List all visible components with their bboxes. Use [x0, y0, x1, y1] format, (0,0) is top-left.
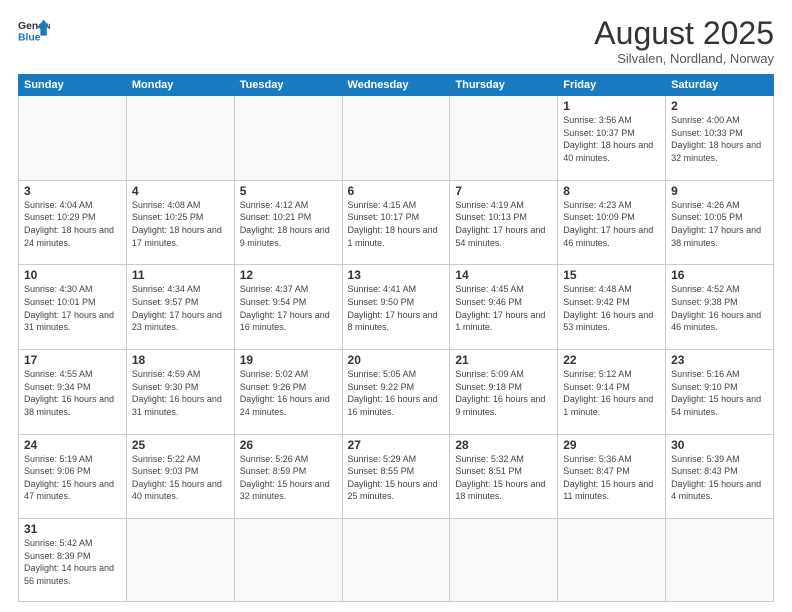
table-row: 23Sunrise: 5:16 AM Sunset: 9:10 PM Dayli…	[666, 350, 774, 435]
col-sunday: Sunday	[19, 75, 127, 96]
table-row: 29Sunrise: 5:36 AM Sunset: 8:47 PM Dayli…	[558, 434, 666, 519]
table-row: 24Sunrise: 5:19 AM Sunset: 9:06 PM Dayli…	[19, 434, 127, 519]
table-row: 27Sunrise: 5:29 AM Sunset: 8:55 PM Dayli…	[342, 434, 450, 519]
table-row: 14Sunrise: 4:45 AM Sunset: 9:46 PM Dayli…	[450, 265, 558, 350]
table-row: 10Sunrise: 4:30 AM Sunset: 10:01 PM Dayl…	[19, 265, 127, 350]
table-row	[126, 519, 234, 602]
table-row: 16Sunrise: 4:52 AM Sunset: 9:38 PM Dayli…	[666, 265, 774, 350]
col-saturday: Saturday	[666, 75, 774, 96]
table-row: 4Sunrise: 4:08 AM Sunset: 10:25 PM Dayli…	[126, 180, 234, 265]
table-row: 9Sunrise: 4:26 AM Sunset: 10:05 PM Dayli…	[666, 180, 774, 265]
table-row: 6Sunrise: 4:15 AM Sunset: 10:17 PM Dayli…	[342, 180, 450, 265]
generalblue-logo-icon: General Blue	[18, 16, 50, 44]
table-row: 17Sunrise: 4:55 AM Sunset: 9:34 PM Dayli…	[19, 350, 127, 435]
table-row: 2Sunrise: 4:00 AM Sunset: 10:33 PM Dayli…	[666, 96, 774, 181]
col-tuesday: Tuesday	[234, 75, 342, 96]
col-monday: Monday	[126, 75, 234, 96]
table-row: 26Sunrise: 5:26 AM Sunset: 8:59 PM Dayli…	[234, 434, 342, 519]
table-row: 22Sunrise: 5:12 AM Sunset: 9:14 PM Dayli…	[558, 350, 666, 435]
table-row	[234, 96, 342, 181]
table-row	[19, 96, 127, 181]
table-row: 5Sunrise: 4:12 AM Sunset: 10:21 PM Dayli…	[234, 180, 342, 265]
table-row: 15Sunrise: 4:48 AM Sunset: 9:42 PM Dayli…	[558, 265, 666, 350]
table-row: 13Sunrise: 4:41 AM Sunset: 9:50 PM Dayli…	[342, 265, 450, 350]
title-block: August 2025 Silvalen, Nordland, Norway	[594, 16, 774, 66]
table-row: 21Sunrise: 5:09 AM Sunset: 9:18 PM Dayli…	[450, 350, 558, 435]
calendar-table: Sunday Monday Tuesday Wednesday Thursday…	[18, 74, 774, 602]
table-row: 11Sunrise: 4:34 AM Sunset: 9:57 PM Dayli…	[126, 265, 234, 350]
table-row: 3Sunrise: 4:04 AM Sunset: 10:29 PM Dayli…	[19, 180, 127, 265]
table-row: 25Sunrise: 5:22 AM Sunset: 9:03 PM Dayli…	[126, 434, 234, 519]
table-row: 19Sunrise: 5:02 AM Sunset: 9:26 PM Dayli…	[234, 350, 342, 435]
col-thursday: Thursday	[450, 75, 558, 96]
table-row: 1Sunrise: 3:56 AM Sunset: 10:37 PM Dayli…	[558, 96, 666, 181]
table-row: 7Sunrise: 4:19 AM Sunset: 10:13 PM Dayli…	[450, 180, 558, 265]
page-header: General Blue August 2025 Silvalen, Nordl…	[18, 16, 774, 66]
table-row	[450, 96, 558, 181]
table-row	[234, 519, 342, 602]
table-row	[666, 519, 774, 602]
table-row: 20Sunrise: 5:05 AM Sunset: 9:22 PM Dayli…	[342, 350, 450, 435]
subtitle: Silvalen, Nordland, Norway	[594, 51, 774, 66]
table-row	[126, 96, 234, 181]
table-row	[342, 519, 450, 602]
col-friday: Friday	[558, 75, 666, 96]
table-row	[558, 519, 666, 602]
table-row	[450, 519, 558, 602]
table-row: 18Sunrise: 4:59 AM Sunset: 9:30 PM Dayli…	[126, 350, 234, 435]
logo: General Blue	[18, 16, 50, 44]
table-row	[342, 96, 450, 181]
table-row: 12Sunrise: 4:37 AM Sunset: 9:54 PM Dayli…	[234, 265, 342, 350]
calendar-header-row: Sunday Monday Tuesday Wednesday Thursday…	[19, 75, 774, 96]
table-row: 31Sunrise: 5:42 AM Sunset: 8:39 PM Dayli…	[19, 519, 127, 602]
table-row: 28Sunrise: 5:32 AM Sunset: 8:51 PM Dayli…	[450, 434, 558, 519]
month-title: August 2025	[594, 16, 774, 51]
table-row: 30Sunrise: 5:39 AM Sunset: 8:43 PM Dayli…	[666, 434, 774, 519]
svg-text:Blue: Blue	[18, 32, 41, 43]
col-wednesday: Wednesday	[342, 75, 450, 96]
table-row: 8Sunrise: 4:23 AM Sunset: 10:09 PM Dayli…	[558, 180, 666, 265]
